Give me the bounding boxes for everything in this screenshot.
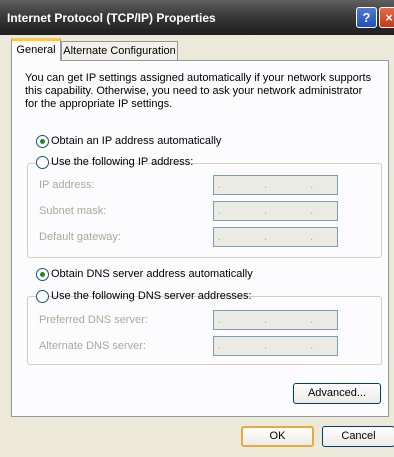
cancel-button[interactable]: Cancel	[322, 426, 394, 447]
close-button[interactable]: ×	[379, 7, 394, 28]
subnet-mask-input[interactable]: . . .	[213, 201, 338, 221]
tab-general[interactable]: General	[11, 38, 61, 61]
obtain-dns-auto-label: Obtain DNS server address automatically	[51, 268, 253, 280]
use-following-ip-radio[interactable]	[36, 156, 49, 169]
title-bar[interactable]: Internet Protocol (TCP/IP) Properties ? …	[0, 0, 394, 35]
help-button[interactable]: ?	[356, 7, 377, 28]
tab-alternate-configuration[interactable]: Alternate Configuration	[61, 41, 178, 61]
ok-button[interactable]: OK	[241, 426, 314, 447]
window-title: Internet Protocol (TCP/IP) Properties	[7, 11, 216, 25]
use-following-dns-label: Use the following DNS server addresses:	[51, 290, 252, 302]
use-following-ip-label: Use the following IP address:	[51, 156, 194, 168]
general-panel: You can get IP settings assigned automat…	[11, 60, 389, 417]
preferred-dns-input[interactable]: . . .	[213, 310, 338, 330]
default-gateway-input[interactable]: . . .	[213, 227, 338, 247]
preferred-dns-label: Preferred DNS server:	[39, 314, 148, 326]
subnet-mask-label: Subnet mask:	[39, 205, 107, 217]
alternate-dns-label: Alternate DNS server:	[39, 340, 146, 352]
obtain-ip-auto-label: Obtain an IP address automatically	[51, 135, 222, 147]
ip-address-label: IP address:	[39, 179, 95, 191]
alternate-dns-input[interactable]: . . .	[213, 336, 338, 356]
default-gateway-label: Default gateway:	[39, 231, 121, 243]
description-text: You can get IP settings assigned automat…	[25, 72, 372, 110]
advanced-button[interactable]: Advanced...	[293, 383, 381, 404]
obtain-ip-auto-radio[interactable]	[36, 135, 49, 148]
obtain-dns-auto-radio[interactable]	[36, 268, 49, 281]
use-following-dns-radio[interactable]	[36, 290, 49, 303]
ip-address-input[interactable]: . . .	[213, 175, 338, 195]
